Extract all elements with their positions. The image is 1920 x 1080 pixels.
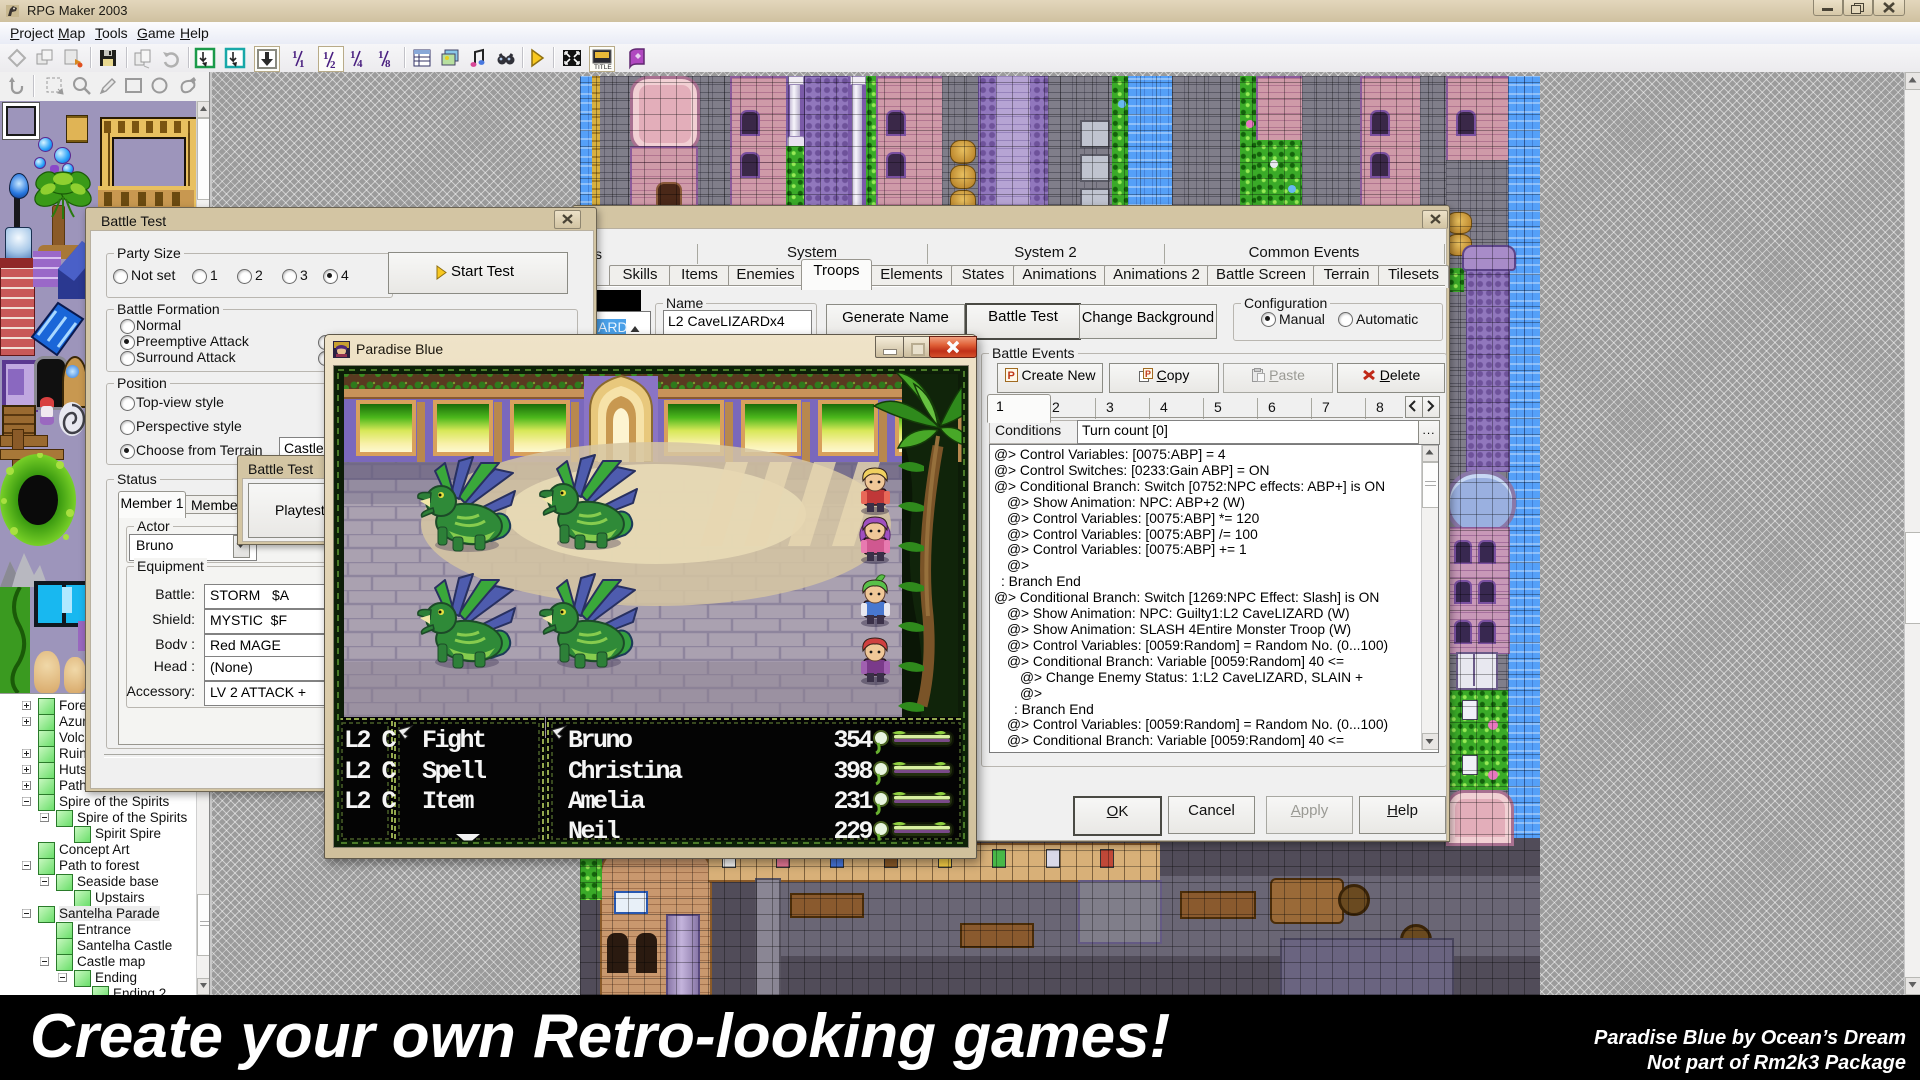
svg-text:4: 4 bbox=[357, 58, 363, 70]
svg-text:1: 1 bbox=[292, 49, 298, 61]
svg-text:L2 C: L2 C bbox=[344, 787, 397, 816]
svg-text:1: 1 bbox=[350, 49, 356, 61]
svg-text:Amelia: Amelia bbox=[568, 787, 646, 816]
svg-text:1: 1 bbox=[323, 50, 329, 62]
svg-text:Bruno: Bruno bbox=[568, 726, 632, 755]
svg-text:1: 1 bbox=[299, 58, 305, 70]
svg-text:231: 231 bbox=[833, 787, 872, 816]
svg-text:P: P bbox=[1145, 369, 1151, 379]
svg-text:2: 2 bbox=[330, 59, 336, 71]
svg-text:L2 C: L2 C bbox=[344, 726, 397, 755]
svg-text:8: 8 bbox=[385, 58, 391, 70]
svg-text:398: 398 bbox=[833, 757, 872, 786]
svg-text:L2 C: L2 C bbox=[344, 757, 397, 786]
svg-text:Spell: Spell bbox=[422, 757, 486, 786]
svg-text:Item: Item bbox=[422, 787, 475, 816]
svg-text:TITLE: TITLE bbox=[594, 64, 612, 71]
svg-text:Fight: Fight bbox=[422, 726, 485, 755]
svg-text:354: 354 bbox=[833, 726, 873, 755]
svg-text:Christina: Christina bbox=[568, 757, 683, 786]
svg-text:1: 1 bbox=[378, 49, 384, 61]
svg-text:P: P bbox=[1007, 370, 1014, 382]
